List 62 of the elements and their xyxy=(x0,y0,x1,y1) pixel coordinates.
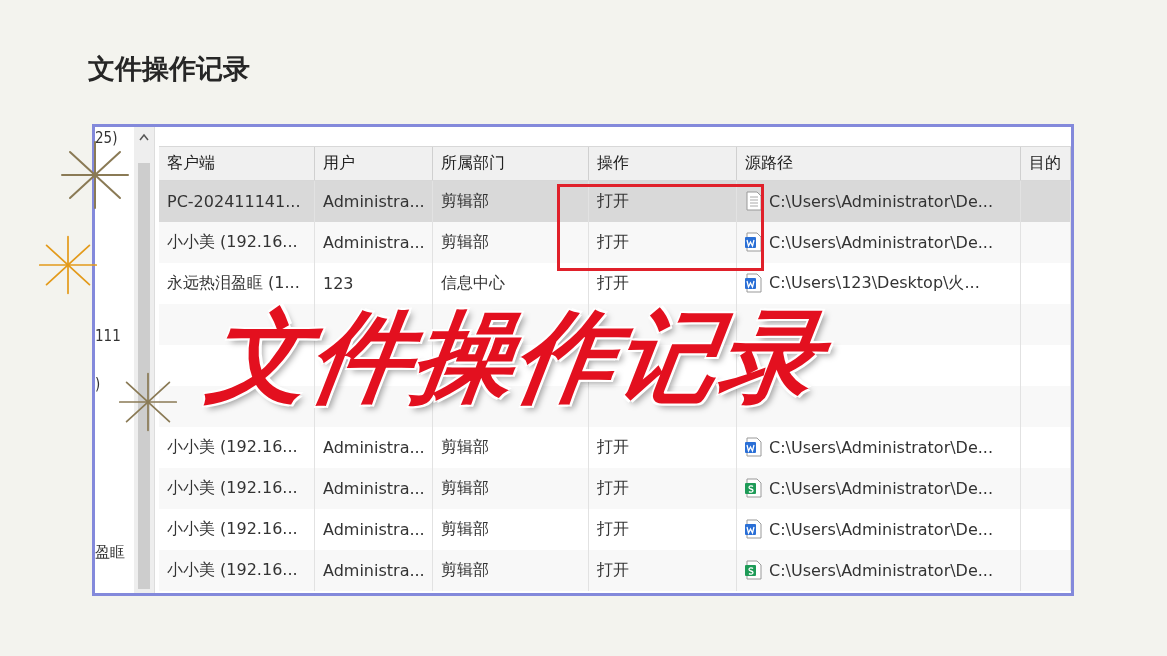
table-cell: 打开 xyxy=(597,232,629,253)
column-header[interactable]: 操作 xyxy=(589,147,737,180)
table-cell: C:\Users\Administrator\De... xyxy=(769,520,994,539)
side-panel-text: 盈眶 xyxy=(95,543,126,562)
table-cell: 剪辑部 xyxy=(441,232,489,253)
slide-title: 文件操作记录 xyxy=(88,52,251,86)
table-cell: Administra... xyxy=(323,479,425,498)
table-cell: 永远热泪盈眶 (1... xyxy=(167,273,300,294)
overlay-caption: 文件操作记录 xyxy=(202,307,830,407)
table-cell: 小小美 (192.16... xyxy=(167,519,298,540)
column-header[interactable]: 所属部门 xyxy=(433,147,589,180)
text-file-icon xyxy=(745,191,763,212)
table-row[interactable]: 小小美 (192.16... Administra... 剪辑部 打开 C:\Users\Administrator\De... xyxy=(159,550,1071,591)
table-cell: 打开 xyxy=(597,478,629,499)
table-row[interactable]: PC-202411141... Administra... 剪辑部 打开 C:\Users\Administrator\De... xyxy=(159,181,1071,222)
column-header[interactable]: 用户 xyxy=(315,147,433,180)
caret-up-icon[interactable] xyxy=(139,133,149,141)
table-cell: 小小美 (192.16... xyxy=(167,437,298,458)
table-cell: Administra... xyxy=(323,438,425,457)
table-cell: 打开 xyxy=(597,560,629,581)
table-row[interactable]: 小小美 (192.16... Administra... 剪辑部 打开 C:\Users\Administrator\De... xyxy=(159,222,1071,263)
scrollbar[interactable] xyxy=(134,127,154,593)
table-cell: C:\Users\Administrator\De... xyxy=(769,479,994,498)
side-panel-text: 111 xyxy=(95,327,122,345)
column-header[interactable]: 目的 xyxy=(1021,147,1071,180)
word-file-icon xyxy=(745,232,763,253)
table-cell: 剪辑部 xyxy=(441,560,489,581)
word-file-icon xyxy=(745,273,763,294)
table-cell: Administra... xyxy=(323,520,425,539)
word-file-icon xyxy=(745,437,763,458)
side-panel-text: 25) xyxy=(95,129,119,147)
table-cell: 123 xyxy=(323,274,354,293)
table-cell: 小小美 (192.16... xyxy=(167,232,298,253)
sparkle-icon xyxy=(38,235,98,295)
column-header[interactable]: 源路径 xyxy=(737,147,1021,180)
table-cell: C:\Users\Administrator\De... xyxy=(769,561,994,580)
table-cell: 小小美 (192.16... xyxy=(167,560,298,581)
table-cell: C:\Users\Administrator\De... xyxy=(769,233,994,252)
table-cell: PC-202411141... xyxy=(167,192,301,211)
table-row[interactable]: 小小美 (192.16... Administra... 剪辑部 打开 C:\Users\Administrator\De... xyxy=(159,468,1071,509)
table-cell: C:\Users\Administrator\De... xyxy=(769,192,994,211)
column-header[interactable]: 客户端 xyxy=(159,147,315,180)
spreadsheet-file-icon xyxy=(745,560,763,581)
table-cell: 小小美 (192.16... xyxy=(167,478,298,499)
table-cell: C:\Users\123\Desktop\火... xyxy=(769,273,980,294)
table-cell: 剪辑部 xyxy=(441,519,489,540)
table-cell: 打开 xyxy=(597,519,629,540)
table-cell: 打开 xyxy=(597,273,629,294)
word-file-icon xyxy=(745,519,763,540)
table-cell: 打开 xyxy=(597,437,629,458)
table-cell: 打开 xyxy=(597,191,629,212)
table-cell: 剪辑部 xyxy=(441,478,489,499)
side-panel-text: ) xyxy=(95,375,102,393)
table-cell: Administra... xyxy=(323,233,425,252)
table-cell: Administra... xyxy=(323,192,425,211)
table-cell: Administra... xyxy=(323,561,425,580)
table-cell: 剪辑部 xyxy=(441,437,489,458)
table-cell: 信息中心 xyxy=(441,273,505,294)
sparkle-icon xyxy=(118,372,178,432)
table-cell: 剪辑部 xyxy=(441,191,489,212)
table-cell: C:\Users\Administrator\De... xyxy=(769,438,994,457)
spreadsheet-file-icon xyxy=(745,478,763,499)
